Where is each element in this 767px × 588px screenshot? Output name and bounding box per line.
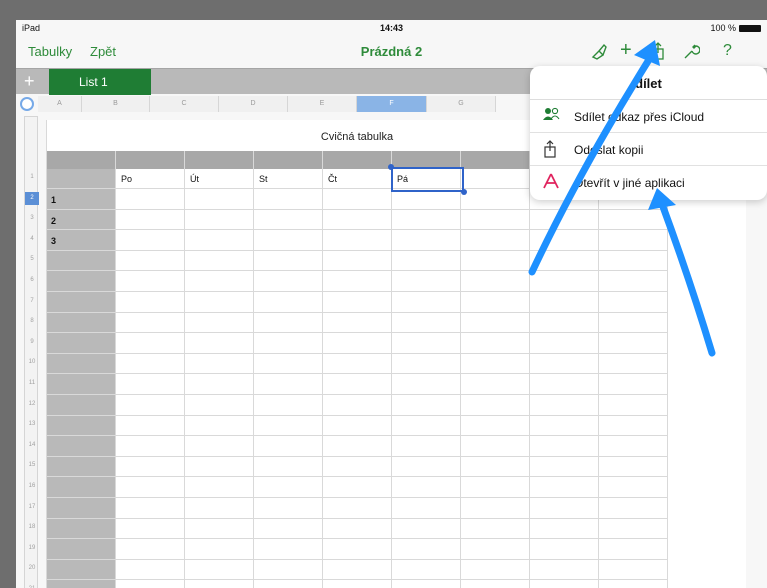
- add-sheet-button[interactable]: +: [24, 71, 35, 92]
- row-header-17[interactable]: 17: [25, 501, 39, 514]
- row-header-16[interactable]: 16: [25, 480, 39, 493]
- open-in-another-app-label: Otevřít v jiné aplikaci: [574, 176, 685, 190]
- row-header-1[interactable]: 1: [25, 171, 39, 184]
- wrench-icon[interactable]: [682, 42, 701, 65]
- device-frame: iPad 14:43 100 % Tabulky Zpět Prázdná 2 …: [0, 0, 767, 588]
- row-header-20[interactable]: 20: [25, 562, 39, 575]
- header-cell[interactable]: St: [259, 174, 268, 184]
- table-row[interactable]: [47, 416, 667, 437]
- row-header-8[interactable]: 8: [25, 315, 39, 328]
- selection-handle[interactable]: [388, 164, 394, 170]
- clock: 14:43: [379, 23, 404, 33]
- navigation-bar: Tabulky Zpět Prázdná 2 + ?: [16, 36, 767, 68]
- send-copy-item[interactable]: Odeslat kopii: [530, 133, 767, 166]
- header-cell[interactable]: Čt: [328, 174, 337, 184]
- row-header-11[interactable]: 11: [25, 377, 39, 390]
- grid-line: [667, 151, 668, 588]
- people-icon: [542, 107, 560, 128]
- column-header-c[interactable]: C: [150, 96, 219, 112]
- help-button[interactable]: ?: [723, 42, 732, 60]
- row-header-7[interactable]: 7: [25, 295, 39, 308]
- table-row[interactable]: [47, 396, 667, 416]
- table-row[interactable]: [47, 457, 667, 478]
- open-in-another-app-item[interactable]: Otevřít v jiné aplikaci: [530, 166, 767, 199]
- row-header-21[interactable]: 21: [25, 583, 39, 588]
- row-header-10[interactable]: 10: [25, 356, 39, 369]
- table-row[interactable]: [47, 251, 667, 272]
- table-row[interactable]: [47, 354, 667, 375]
- table-row[interactable]: [47, 499, 667, 519]
- row-header-12[interactable]: 12: [25, 398, 39, 411]
- table-row[interactable]: [47, 437, 667, 457]
- paintbrush-icon[interactable]: [590, 42, 608, 65]
- row-label-cell[interactable]: 1: [51, 195, 56, 205]
- share-popover: dílet Sdílet odkaz přes iCloud Odeslat k…: [530, 66, 767, 200]
- app-icon: [542, 173, 560, 194]
- row-header-15[interactable]: 15: [25, 459, 39, 472]
- column-header-g[interactable]: G: [427, 96, 496, 112]
- row-header-9[interactable]: 9: [25, 336, 39, 349]
- header-cell[interactable]: Út: [190, 174, 199, 184]
- row-header-19[interactable]: 19: [25, 542, 39, 555]
- screen: iPad 14:43 100 % Tabulky Zpět Prázdná 2 …: [16, 20, 767, 588]
- table-row[interactable]: [47, 478, 667, 498]
- table-row[interactable]: [47, 519, 667, 540]
- column-header-d[interactable]: D: [219, 96, 288, 112]
- row-header-13[interactable]: 13: [25, 418, 39, 431]
- selected-cell-outline[interactable]: [391, 167, 464, 192]
- row-header-6[interactable]: 6: [25, 274, 39, 287]
- table-row[interactable]: [47, 540, 667, 560]
- header-cell[interactable]: Po: [121, 174, 132, 184]
- table-row[interactable]: [47, 210, 667, 231]
- table-row[interactable]: [47, 272, 667, 292]
- column-header-f[interactable]: F: [357, 96, 427, 112]
- add-icon[interactable]: +: [620, 39, 632, 62]
- tab-list-1[interactable]: List 1: [49, 69, 151, 95]
- table-row[interactable]: [47, 560, 667, 581]
- battery-icon: [739, 25, 761, 33]
- popover-title: dílet: [530, 66, 767, 100]
- row-header-4[interactable]: 4: [25, 233, 39, 246]
- row-header-5[interactable]: 5: [25, 253, 39, 266]
- status-bar: iPad 14:43 100 %: [16, 20, 767, 36]
- row-header-2[interactable]: 2: [25, 191, 39, 205]
- table-row[interactable]: [47, 293, 667, 313]
- table-row[interactable]: [47, 313, 667, 334]
- share-icloud-link-label: Sdílet odkaz přes iCloud: [574, 110, 705, 124]
- send-copy-label: Odeslat kopii: [574, 143, 644, 157]
- row-header-18[interactable]: 18: [25, 521, 39, 534]
- battery-status: 100 %: [710, 23, 761, 33]
- table-row[interactable]: [47, 581, 667, 588]
- share-icon: [542, 140, 558, 163]
- share-icon[interactable]: [650, 42, 666, 65]
- table-row[interactable]: [47, 375, 667, 395]
- battery-label: 100 %: [710, 23, 736, 33]
- row-header-bar: 12345678910111213141516171819202122: [24, 116, 39, 588]
- share-icloud-link-item[interactable]: Sdílet odkaz přes iCloud: [530, 100, 767, 133]
- table-row[interactable]: [47, 231, 667, 251]
- table-row[interactable]: [47, 334, 667, 354]
- row-header-14[interactable]: 14: [25, 439, 39, 452]
- row-label-cell[interactable]: 2: [51, 216, 56, 226]
- column-header-b[interactable]: B: [82, 96, 150, 112]
- row-label-cell[interactable]: 3: [51, 236, 56, 246]
- row-header-3[interactable]: 3: [25, 212, 39, 225]
- selection-handle[interactable]: [461, 189, 467, 195]
- column-header-a[interactable]: A: [38, 96, 82, 112]
- column-header-e[interactable]: E: [288, 96, 357, 112]
